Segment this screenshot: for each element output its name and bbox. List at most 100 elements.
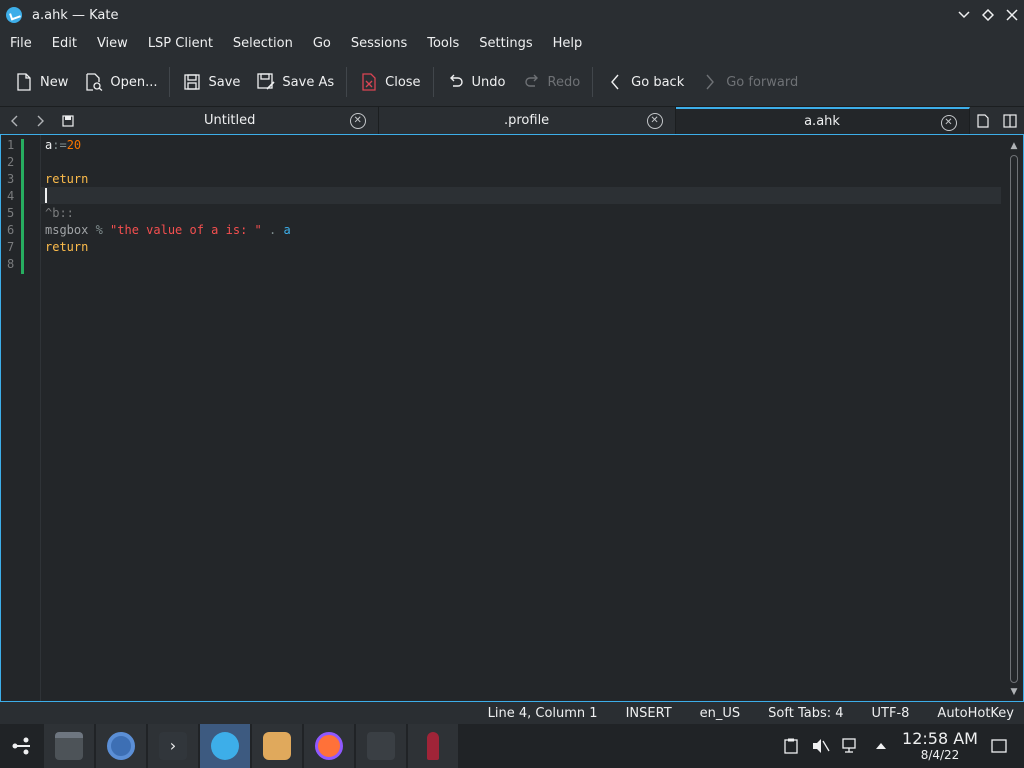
- tab-untitled[interactable]: Untitled ✕: [82, 106, 379, 135]
- close-document-icon: [359, 72, 379, 92]
- line-number-gutter: 1 2 3 4 5 6 7 8: [1, 135, 41, 701]
- browser-icon: [107, 732, 135, 760]
- open-document-icon: [84, 72, 104, 92]
- scroll-up-icon[interactable]: ▲: [1009, 141, 1019, 151]
- taskbar: › 12:58 AM 8/4/22: [0, 724, 1024, 768]
- indentation-settings[interactable]: Soft Tabs: 4: [768, 706, 843, 721]
- new-button[interactable]: New: [6, 64, 76, 100]
- code-line-6: msgbox % "the value of a is: " . a: [45, 223, 291, 237]
- undo-label: Undo: [471, 74, 506, 90]
- save-as-button[interactable]: Save As: [248, 64, 342, 100]
- encoding[interactable]: UTF-8: [872, 706, 910, 721]
- toolbar-separator: [346, 67, 348, 97]
- menu-edit[interactable]: Edit: [42, 30, 87, 58]
- menu-settings[interactable]: Settings: [469, 30, 542, 58]
- go-back-button[interactable]: Go back: [597, 64, 692, 100]
- close-tab-icon[interactable]: ✕: [349, 112, 366, 129]
- tab-prev-button[interactable]: [0, 107, 27, 135]
- system-tray: 12:58 AM 8/4/22: [776, 724, 1024, 768]
- chevron-right-icon: [37, 115, 44, 126]
- line-number: 5: [7, 206, 15, 220]
- new-label: New: [40, 74, 69, 90]
- task-kate[interactable]: [200, 724, 250, 768]
- task-chromium[interactable]: [96, 724, 146, 768]
- clipboard-icon[interactable]: [780, 735, 802, 757]
- main-toolbar: New Open... Save Save As Close Undo Redo…: [0, 58, 1024, 106]
- network-icon[interactable]: [840, 735, 862, 757]
- close-window-button[interactable]: [1000, 0, 1024, 30]
- close-tab-icon[interactable]: ✕: [940, 114, 957, 131]
- menu-help[interactable]: Help: [543, 30, 593, 58]
- modified-lines-marker: [21, 139, 24, 274]
- dictionary[interactable]: en_US: [700, 706, 741, 721]
- task-file-manager[interactable]: [44, 724, 94, 768]
- line-number: 4: [7, 189, 15, 203]
- code-editor[interactable]: 1 2 3 4 5 6 7 8 a:=20 return ^b:: msgbox…: [0, 134, 1024, 702]
- redo-label: Redo: [547, 74, 581, 90]
- show-desktop-icon[interactable]: [988, 735, 1010, 757]
- toolbar-separator: [432, 67, 434, 97]
- tab-save-button[interactable]: [55, 107, 82, 135]
- google-icon: [367, 732, 395, 760]
- menu-selection[interactable]: Selection: [223, 30, 303, 58]
- task-google[interactable]: [356, 724, 406, 768]
- clock-date: 8/4/22: [920, 748, 960, 762]
- save-button[interactable]: Save: [174, 64, 248, 100]
- close-document-button[interactable]: Close: [351, 64, 428, 100]
- task-terminal[interactable]: ›: [148, 724, 198, 768]
- menu-tools[interactable]: Tools: [417, 30, 469, 58]
- tab-label: a.ahk: [804, 114, 840, 129]
- split-view-button[interactable]: [997, 107, 1024, 135]
- volume-muted-icon[interactable]: [810, 735, 832, 757]
- task-wine[interactable]: [408, 724, 458, 768]
- redo-icon: [522, 72, 542, 92]
- task-app-5[interactable]: [252, 724, 302, 768]
- minimize-button[interactable]: [952, 0, 976, 30]
- go-back-label: Go back: [631, 74, 685, 90]
- chevron-up-icon[interactable]: [870, 735, 892, 757]
- close-tab-icon[interactable]: ✕: [646, 112, 663, 129]
- tab-profile[interactable]: .profile ✕: [379, 106, 676, 135]
- line-number: 3: [7, 172, 15, 186]
- line-number: 2: [7, 155, 15, 169]
- save-as-label: Save As: [282, 74, 335, 90]
- save-icon: [62, 114, 74, 127]
- go-forward-button[interactable]: Go forward: [692, 64, 806, 100]
- application-launcher[interactable]: [0, 724, 44, 768]
- terminal-icon: ›: [159, 732, 187, 760]
- window-title: a.ahk — Kate: [32, 7, 119, 23]
- tab-next-button[interactable]: [27, 107, 54, 135]
- syntax-mode[interactable]: AutoHotKey: [937, 706, 1014, 721]
- open-label: Open...: [110, 74, 158, 90]
- close-label: Close: [385, 74, 421, 90]
- scroll-down-icon[interactable]: ▼: [1009, 687, 1019, 697]
- new-document-icon: [977, 113, 989, 128]
- menu-go[interactable]: Go: [303, 30, 341, 58]
- document-tab-bar: Untitled ✕ .profile ✕ a.ahk ✕: [0, 106, 1024, 135]
- status-bar: Line 4, Column 1 INSERT en_US Soft Tabs:…: [0, 702, 1024, 724]
- new-tab-button[interactable]: [970, 107, 997, 135]
- menu-file[interactable]: File: [0, 30, 42, 58]
- tab-label: Untitled: [203, 113, 256, 128]
- wine-glass-icon: [427, 732, 439, 760]
- vertical-scrollbar[interactable]: ▲ ▼: [1009, 141, 1019, 697]
- input-mode[interactable]: INSERT: [626, 706, 672, 721]
- tab-a-ahk[interactable]: a.ahk ✕: [675, 106, 970, 135]
- menu-lsp-client[interactable]: LSP Client: [138, 30, 223, 58]
- firefox-icon: [315, 732, 343, 760]
- current-line-highlight: [41, 187, 1001, 204]
- save-as-icon: [256, 72, 276, 92]
- cursor-position[interactable]: Line 4, Column 1: [488, 706, 598, 721]
- menu-view[interactable]: View: [87, 30, 138, 58]
- clock-time: 12:58 AM: [902, 729, 978, 748]
- scrollbar-handle[interactable]: [1010, 155, 1018, 683]
- maximize-button[interactable]: [976, 0, 1000, 30]
- undo-button[interactable]: Undo: [438, 64, 514, 100]
- digital-clock[interactable]: 12:58 AM 8/4/22: [902, 729, 978, 763]
- redo-button[interactable]: Redo: [514, 64, 589, 100]
- kate-app-icon: [6, 7, 22, 23]
- toolbar-separator: [592, 67, 594, 97]
- menu-sessions[interactable]: Sessions: [341, 30, 417, 58]
- open-button[interactable]: Open...: [76, 64, 165, 100]
- task-firefox[interactable]: [304, 724, 354, 768]
